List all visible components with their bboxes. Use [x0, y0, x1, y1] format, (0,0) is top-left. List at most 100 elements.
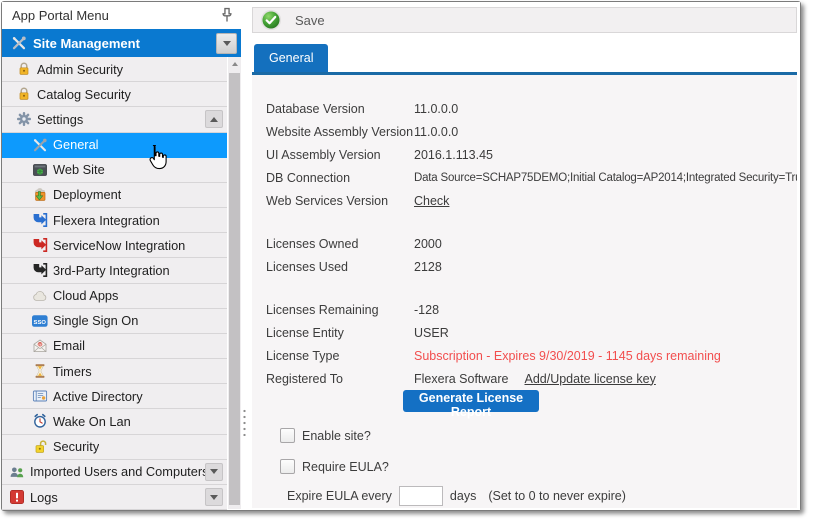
field-value: 2000 — [414, 237, 442, 251]
sidebar-item-label: Catalog Security — [37, 87, 131, 102]
sidebar-item-active-directory[interactable]: Active Directory — [2, 384, 227, 409]
tab-general[interactable]: General — [254, 44, 328, 72]
expire-eula-suffix: days — [450, 489, 476, 503]
check-link[interactable]: Check — [414, 194, 449, 208]
scroll-up-icon[interactable] — [228, 57, 241, 71]
sidebar-item-logs[interactable]: Logs — [2, 485, 227, 510]
sidebar-item-label: Security — [53, 439, 99, 454]
field-row-licenses-owned: Licenses Owned2000 — [266, 232, 797, 255]
screenshot: App Portal Menu Site Management A — [0, 0, 820, 522]
sidebar-item-security[interactable]: Security — [2, 435, 227, 460]
sidebar-item-cloud-apps[interactable]: Cloud Apps — [2, 284, 227, 309]
save-button[interactable]: Save — [252, 7, 797, 33]
svg-text:@: @ — [37, 342, 42, 347]
lock-yellow-icon — [31, 439, 48, 455]
sidebar: App Portal Menu Site Management A — [2, 2, 241, 510]
sidebar-item-imported-users-and-computers[interactable]: Imported Users and Computers — [2, 460, 227, 485]
sidebar-item-label: Flexera Integration — [53, 213, 160, 228]
field-label: Web Services Version — [266, 194, 414, 208]
spacer — [266, 278, 797, 298]
sidebar-item-settings[interactable]: Settings — [2, 107, 227, 132]
chevron-down-icon[interactable] — [216, 33, 237, 54]
sidebar-item-timers[interactable]: Timers — [2, 359, 227, 384]
sidebar-item-label: 3rd-Party Integration — [53, 263, 170, 278]
fields: Database Version11.0.0.0Website Assembly… — [266, 97, 797, 390]
field-value: 11.0.0.0 — [414, 102, 458, 116]
svg-text:SSO: SSO — [33, 320, 46, 326]
sidebar-item-web-site[interactable]: Web Site — [2, 158, 227, 183]
sidebar-item-label: Logs — [30, 490, 58, 505]
sidebar-item-wake-on-lan[interactable]: Wake On Lan — [2, 409, 227, 434]
save-button-label: Save — [295, 13, 325, 28]
sidebar-item-label: Active Directory — [53, 389, 143, 404]
tools-small-icon — [31, 137, 48, 153]
generate-license-report-button[interactable]: Generate License Report — [403, 390, 539, 412]
field-row-website-assembly-version: Website Assembly Version11.0.0.0 — [266, 120, 797, 143]
sidebar-item-label: General — [53, 137, 99, 152]
sidebar-item-label: Admin Security — [37, 62, 123, 77]
deployment-icon — [31, 187, 48, 203]
tools-icon — [10, 35, 27, 51]
sidebar-item-general[interactable]: General — [2, 133, 227, 158]
field-label: License Type — [266, 349, 414, 363]
field-value: Data Source=SCHAP75DEMO;Initial Catalog=… — [414, 172, 797, 184]
sidebar-item-3rd-party-integration[interactable]: 3rd-Party Integration — [2, 258, 227, 283]
sidebar-item-label: Web Site — [53, 162, 105, 177]
field-label: License Entity — [266, 326, 414, 340]
field-label: Database Version — [266, 102, 414, 116]
save-check-icon — [260, 9, 282, 31]
enable-site-checkbox[interactable] — [280, 428, 295, 443]
sidebar-item-deployment[interactable]: Deployment — [2, 183, 227, 208]
field-row-licenses-used: Licenses Used2128 — [266, 255, 797, 278]
sidebar-item-label: ServiceNow Integration — [53, 238, 185, 253]
field-value: 2016.1.113.45 — [414, 148, 493, 162]
lock-gold-icon — [15, 86, 32, 102]
field-value: Subscription - Expires 9/30/2019 - 1145 … — [414, 349, 721, 363]
spacer — [266, 212, 797, 232]
sidebar-item-site-management[interactable]: Site Management — [2, 29, 241, 57]
sidebar-header: App Portal Menu — [2, 2, 241, 29]
field-value: USER — [414, 326, 449, 340]
field-row-database-version: Database Version11.0.0.0 — [266, 97, 797, 120]
sidebar-item-label: Timers — [53, 364, 92, 379]
logs-icon — [8, 489, 25, 505]
sidebar-item-label: Email — [53, 338, 85, 353]
sidebar-scrollbar[interactable] — [228, 57, 241, 509]
sidebar-item-label: Cloud Apps — [53, 288, 118, 303]
field-value: -128 — [414, 303, 439, 317]
sidebar-item-admin-security[interactable]: Admin Security — [2, 57, 227, 82]
sidebar-item-email[interactable]: @ Email — [2, 334, 227, 359]
sidebar-item-catalog-security[interactable]: Catalog Security — [2, 82, 227, 107]
expand-icon[interactable] — [205, 463, 223, 481]
panel-splitter-handle[interactable] — [242, 408, 247, 436]
sidebar-item-label: Settings — [37, 112, 83, 127]
pin-icon[interactable] — [219, 7, 235, 25]
sidebar-item-flexera-integration[interactable]: Flexera Integration — [2, 208, 227, 233]
enable-site-label: Enable site? — [302, 429, 371, 443]
integration-black-icon — [31, 262, 48, 278]
sidebar-item-label: Imported Users and Computers — [30, 464, 205, 479]
users-icon — [8, 464, 25, 480]
scrollbar-thumb[interactable] — [229, 73, 240, 505]
main-panel: Save General Database Version11.0.0.0Web… — [250, 2, 800, 510]
require-eula-label: Require EULA? — [302, 460, 389, 474]
field-row-db-connection: DB ConnectionData Source=SCHAP75DEMO;Ini… — [266, 166, 797, 189]
field-row-ui-assembly-version: UI Assembly Version2016.1.113.45 — [266, 143, 797, 166]
field-value: 11.0.0.0 — [414, 125, 458, 139]
sidebar-root-label: Site Management — [33, 36, 140, 51]
add-update-license-key-link[interactable]: Add/Update license key — [524, 372, 655, 386]
expire-eula-days-input[interactable] — [399, 486, 443, 506]
field-row-web-services-version: Web Services VersionCheck — [266, 189, 797, 212]
sidebar-item-servicenow-integration[interactable]: ServiceNow Integration — [2, 233, 227, 258]
gear-icon — [15, 111, 32, 127]
sidebar-item-single-sign-on[interactable]: SSOSingle Sign On — [2, 309, 227, 334]
collapse-icon[interactable] — [205, 110, 223, 128]
integration-red-icon — [31, 237, 48, 253]
expire-eula-note: (Set to 0 to never expire) — [488, 489, 626, 503]
require-eula-checkbox[interactable] — [280, 459, 295, 474]
expand-icon[interactable] — [205, 488, 223, 506]
field-label: DB Connection — [266, 171, 414, 185]
sidebar-item-label: Wake On Lan — [53, 414, 131, 429]
general-settings-content: Database Version11.0.0.0Website Assembly… — [252, 75, 797, 508]
field-row-registered-to: Registered ToFlexera SoftwareAdd/Update … — [266, 367, 797, 390]
